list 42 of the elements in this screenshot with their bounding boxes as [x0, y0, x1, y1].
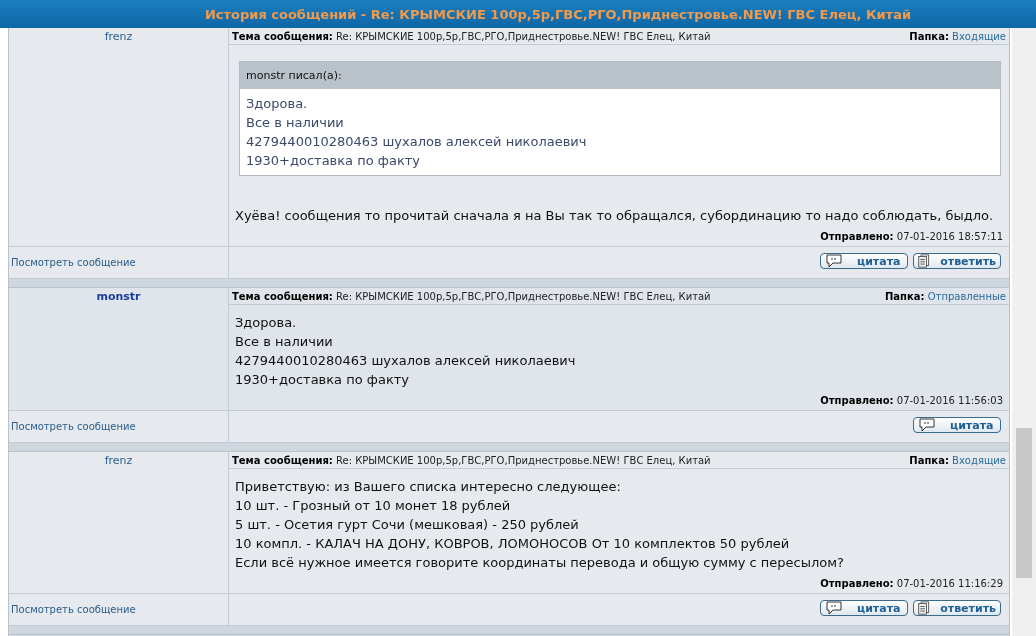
- document-icon: [918, 599, 931, 617]
- message-text-line: Хуёва! сообщения то прочитай сначала я на Вы так то обращался, субординацию то надо соблюдать, быдло.: [235, 207, 995, 225]
- message-text-line: Если всё нужное имеется говорите координаты перевода и общую сумму с пересылом?: [235, 554, 845, 572]
- view-message-link[interactable]: Посмотреть сообщение: [9, 411, 228, 442]
- window-title: История сообщений - Re: КРЫМСКИЕ 100р,5р,ГВС,РГО,Приднестровье.NEW! ГВС Елец, Китай: [0, 0, 1036, 28]
- quote-text-line: 1930+доставка по факту: [246, 152, 421, 170]
- folder-line: Папка: Входящие: [909, 455, 1006, 466]
- author-name[interactable]: monstr: [96, 290, 141, 303]
- message-text-line: 4279440010280463 шухалов алексей николаевич: [235, 352, 577, 370]
- reply-button[interactable]: ответить: [913, 600, 1001, 616]
- quote-button[interactable]: цитата: [820, 253, 908, 269]
- subject-line: Тема сообщения: Re: КРЫМСКИЕ 100р,5р,ГВС,РГО,Приднестровье.NEW! ГВС Елец, Китай: [232, 291, 711, 302]
- subject-line: Тема сообщения: Re: КРЫМСКИЕ 100р,5р,ГВС,РГО,Приднестровье.NEW! ГВС Елец, Китай: [232, 455, 711, 466]
- sent-date: Отправлено: 07-01-2016 18:57:11: [820, 230, 1003, 242]
- speech-bubble-icon: [825, 254, 843, 268]
- message-text-line: Здорова.: [235, 314, 298, 332]
- message-text-line: 10 шт. - Грозный от 10 монет 18 рублей: [235, 497, 512, 515]
- scrollbar[interactable]: [1012, 28, 1036, 636]
- folder-line: Папка: Отправленные: [884, 291, 1006, 302]
- speech-bubble-icon: [918, 418, 936, 432]
- message-text-line: Приветствую: из Вашего списка интересно следующее:: [235, 478, 622, 496]
- message-text-line: Все в наличии: [235, 333, 334, 351]
- quote-text-line: Здорова.: [246, 95, 309, 113]
- speech-bubble-icon: [825, 601, 843, 615]
- folder-line: Папка: Входящие: [909, 31, 1006, 42]
- author-name[interactable]: frenz: [104, 454, 133, 467]
- message-text-line: 5 шт. - Осетия гурт Сочи (мешковая) - 250 рублей: [235, 516, 580, 534]
- message-text-line: 10 компл. - КАЛАЧ НА ДОНУ, КОВРОВ, ЛОМОНОСОВ От 10 комплектов 50 рублей: [235, 535, 791, 553]
- quote-button[interactable]: цитата: [820, 600, 908, 616]
- reply-button[interactable]: ответить: [913, 253, 1001, 269]
- quote-text-line: Все в наличии: [246, 114, 345, 132]
- view-message-link[interactable]: Посмотреть сообщение: [9, 594, 228, 625]
- quote-text-line: 4279440010280463 шухалов алексей николаевич: [246, 133, 588, 151]
- sent-date: Отправлено: 07-01-2016 11:16:29: [820, 577, 1003, 589]
- quote-header: monstr писал(а):: [240, 62, 1000, 89]
- author-name[interactable]: frenz: [104, 30, 133, 43]
- sent-date: Отправлено: 07-01-2016 11:56:03: [820, 394, 1003, 406]
- quote-button[interactable]: цитата: [913, 417, 1001, 433]
- subject-line: Тема сообщения: Re: КРЫМСКИЕ 100р,5р,ГВС,РГО,Приднестровье.NEW! ГВС Елец, Китай: [232, 31, 711, 42]
- message-text-line: 1930+доставка по факту: [235, 371, 410, 389]
- document-icon: [918, 252, 931, 270]
- view-message-link[interactable]: Посмотреть сообщение: [9, 247, 228, 278]
